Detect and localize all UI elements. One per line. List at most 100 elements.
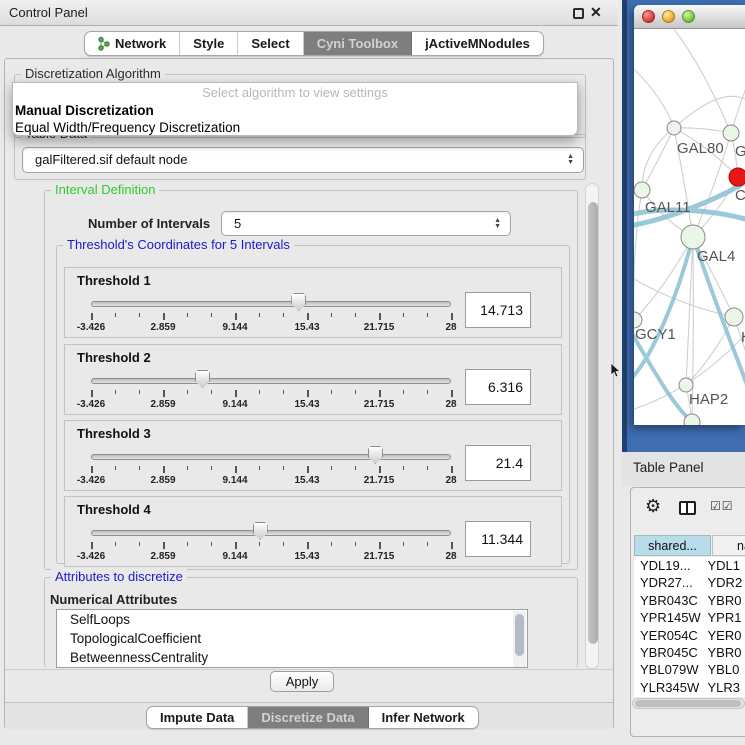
tab-jactivemnodules[interactable]: jActiveMNodules — [412, 32, 543, 55]
attributes-list-scrollbar[interactable] — [513, 611, 526, 668]
threshold-slider-track[interactable] — [91, 454, 451, 460]
number-of-intervals-combobox[interactable]: 5 ▲▼ — [221, 211, 511, 236]
number-of-intervals-value: 5 — [234, 212, 241, 236]
table-row[interactable]: YBR045CYBR0 — [634, 644, 745, 661]
cell-name[interactable]: YIL0 — [708, 696, 745, 697]
zoom-window-icon[interactable] — [682, 10, 695, 23]
table-row[interactable]: YPR145WYPR1 — [634, 609, 745, 626]
float-panel-icon[interactable] — [573, 8, 584, 19]
cell-shared-name[interactable]: YIL052C — [634, 696, 708, 697]
network-canvas[interactable]: GAL80GCGAL11GAL4GCY1HHAP2 — [634, 29, 745, 425]
network-node-gal4[interactable] — [681, 225, 705, 249]
cell-shared-name[interactable]: YBL079W — [634, 661, 708, 678]
tick-mark — [427, 390, 428, 394]
apply-button[interactable]: Apply — [270, 671, 334, 692]
tab-discretize-data[interactable]: Discretize Data — [248, 707, 368, 728]
close-window-icon[interactable] — [642, 10, 655, 23]
tick-label: 2.859 — [133, 399, 193, 410]
tab-infer-network[interactable]: Infer Network — [369, 707, 478, 728]
network-node[interactable] — [684, 414, 700, 425]
tick-mark — [403, 313, 404, 317]
network-node-c[interactable] — [729, 168, 745, 186]
table-header-shared-name[interactable]: shared... — [634, 535, 711, 556]
network-node-gal11[interactable] — [634, 182, 650, 198]
attribute-item-topologicalcoefficient[interactable]: TopologicalCoefficient — [57, 629, 527, 648]
network-node-hap2[interactable] — [679, 378, 693, 392]
network-node-h[interactable] — [725, 308, 743, 326]
threshold-value-field[interactable]: 21.4 — [465, 445, 531, 481]
tick-mark — [307, 466, 309, 473]
network-window-titlebar[interactable] — [634, 5, 745, 29]
gear-icon[interactable]: ⚙ — [645, 496, 661, 517]
tab-select[interactable]: Select — [238, 32, 303, 55]
select-columns-icon[interactable]: ☑☑ — [710, 499, 734, 513]
network-node-g[interactable] — [723, 125, 739, 141]
algorithm-option-manual-discretization[interactable]: Manual Discretization — [13, 102, 577, 119]
tick-mark — [283, 466, 284, 470]
table-hscrollbar[interactable] — [632, 698, 745, 709]
tab-style[interactable]: Style — [180, 32, 238, 55]
cell-shared-name[interactable]: YPR145W — [634, 609, 708, 626]
cell-shared-name[interactable]: YBR045C — [634, 644, 708, 661]
threshold-panel: Threshold 2 -3.4262.8599.14415.4321.7152… — [64, 344, 562, 415]
network-icon — [98, 36, 110, 51]
numerical-attributes-list[interactable]: SelfLoopsTopologicalCoefficientBetweenne… — [56, 609, 528, 668]
attribute-item-selfloops[interactable]: SelfLoops — [57, 610, 527, 629]
threshold-slider-thumb[interactable] — [253, 522, 268, 540]
table-hscrollbar-thumb[interactable] — [635, 700, 741, 707]
cell-name[interactable]: YBR0 — [708, 592, 745, 609]
tick-label: 15.43 — [277, 322, 337, 333]
threshold-value-field[interactable]: 14.713 — [465, 292, 531, 328]
panel-scrollbar-thumb[interactable] — [588, 202, 598, 644]
cell-shared-name[interactable]: YDR27... — [634, 574, 708, 591]
cell-name[interactable]: YBR0 — [708, 644, 745, 661]
cell-shared-name[interactable]: YER054C — [634, 627, 708, 644]
minimize-window-icon[interactable] — [662, 10, 675, 23]
cell-name[interactable]: YBL0 — [708, 661, 745, 678]
cell-name[interactable]: YDR2 — [708, 574, 745, 591]
tab-network[interactable]: Network — [85, 32, 180, 55]
cell-shared-name[interactable]: YLR345W — [634, 679, 708, 696]
network-node-label: C — [735, 187, 745, 204]
tick-mark — [427, 542, 428, 546]
threshold-slider-track[interactable] — [91, 301, 451, 307]
close-panel-icon[interactable]: ✕ — [590, 4, 602, 21]
cell-shared-name[interactable]: YDL19... — [634, 557, 708, 574]
tick-mark — [187, 390, 188, 394]
attributes-list-scrollbar-thumb[interactable] — [515, 614, 524, 656]
column-layout-icon[interactable] — [679, 501, 696, 515]
attributes-group-title: Attributes to discretize — [51, 569, 187, 584]
tick-mark — [379, 390, 381, 397]
table-row[interactable]: YDL19...YDL1 — [634, 557, 745, 574]
cell-name[interactable]: YER0 — [708, 627, 745, 644]
mouse-cursor — [610, 363, 622, 379]
panel-scrollbar[interactable] — [585, 183, 599, 669]
threshold-slider-track[interactable] — [91, 530, 451, 536]
tab-impute-data[interactable]: Impute Data — [147, 707, 248, 728]
tick-mark — [187, 542, 188, 546]
cell-name[interactable]: YPR1 — [708, 609, 745, 626]
cell-shared-name[interactable]: YBR043C — [634, 592, 708, 609]
threshold-slider-track[interactable] — [91, 378, 451, 384]
algorithm-option-equal-width-frequency-discretization[interactable]: Equal Width/Frequency Discretization — [13, 119, 577, 136]
network-node-gal80[interactable] — [667, 121, 681, 135]
table-row[interactable]: YER054CYER0 — [634, 627, 745, 644]
threshold-slider-thumb[interactable] — [291, 293, 306, 311]
threshold-slider-thumb[interactable] — [368, 446, 383, 464]
tick-label: 2.859 — [133, 322, 193, 333]
table-row[interactable]: YIL052CYIL0 — [634, 696, 745, 697]
threshold-slider-thumb[interactable] — [195, 370, 210, 388]
table-header-name[interactable]: na — [712, 535, 745, 556]
tab-cyni-toolbox[interactable]: Cyni Toolbox — [304, 32, 412, 55]
cell-name[interactable]: YDL1 — [708, 557, 745, 574]
tick-mark — [403, 390, 404, 394]
table-row[interactable]: YBR043CYBR0 — [634, 592, 745, 609]
table-data-combobox[interactable]: galFiltered.sif default node ▲▼ — [22, 147, 584, 173]
cell-name[interactable]: YLR3 — [708, 679, 745, 696]
table-row[interactable]: YDR27...YDR2 — [634, 574, 745, 591]
table-row[interactable]: YBL079WYBL0 — [634, 661, 745, 678]
table-row[interactable]: YLR345WYLR3 — [634, 679, 745, 696]
threshold-value-field[interactable]: 11.344 — [465, 521, 531, 557]
attribute-item-betweennesscentrality[interactable]: BetweennessCentrality — [57, 648, 527, 667]
threshold-value-field[interactable]: 6.316 — [465, 369, 531, 405]
